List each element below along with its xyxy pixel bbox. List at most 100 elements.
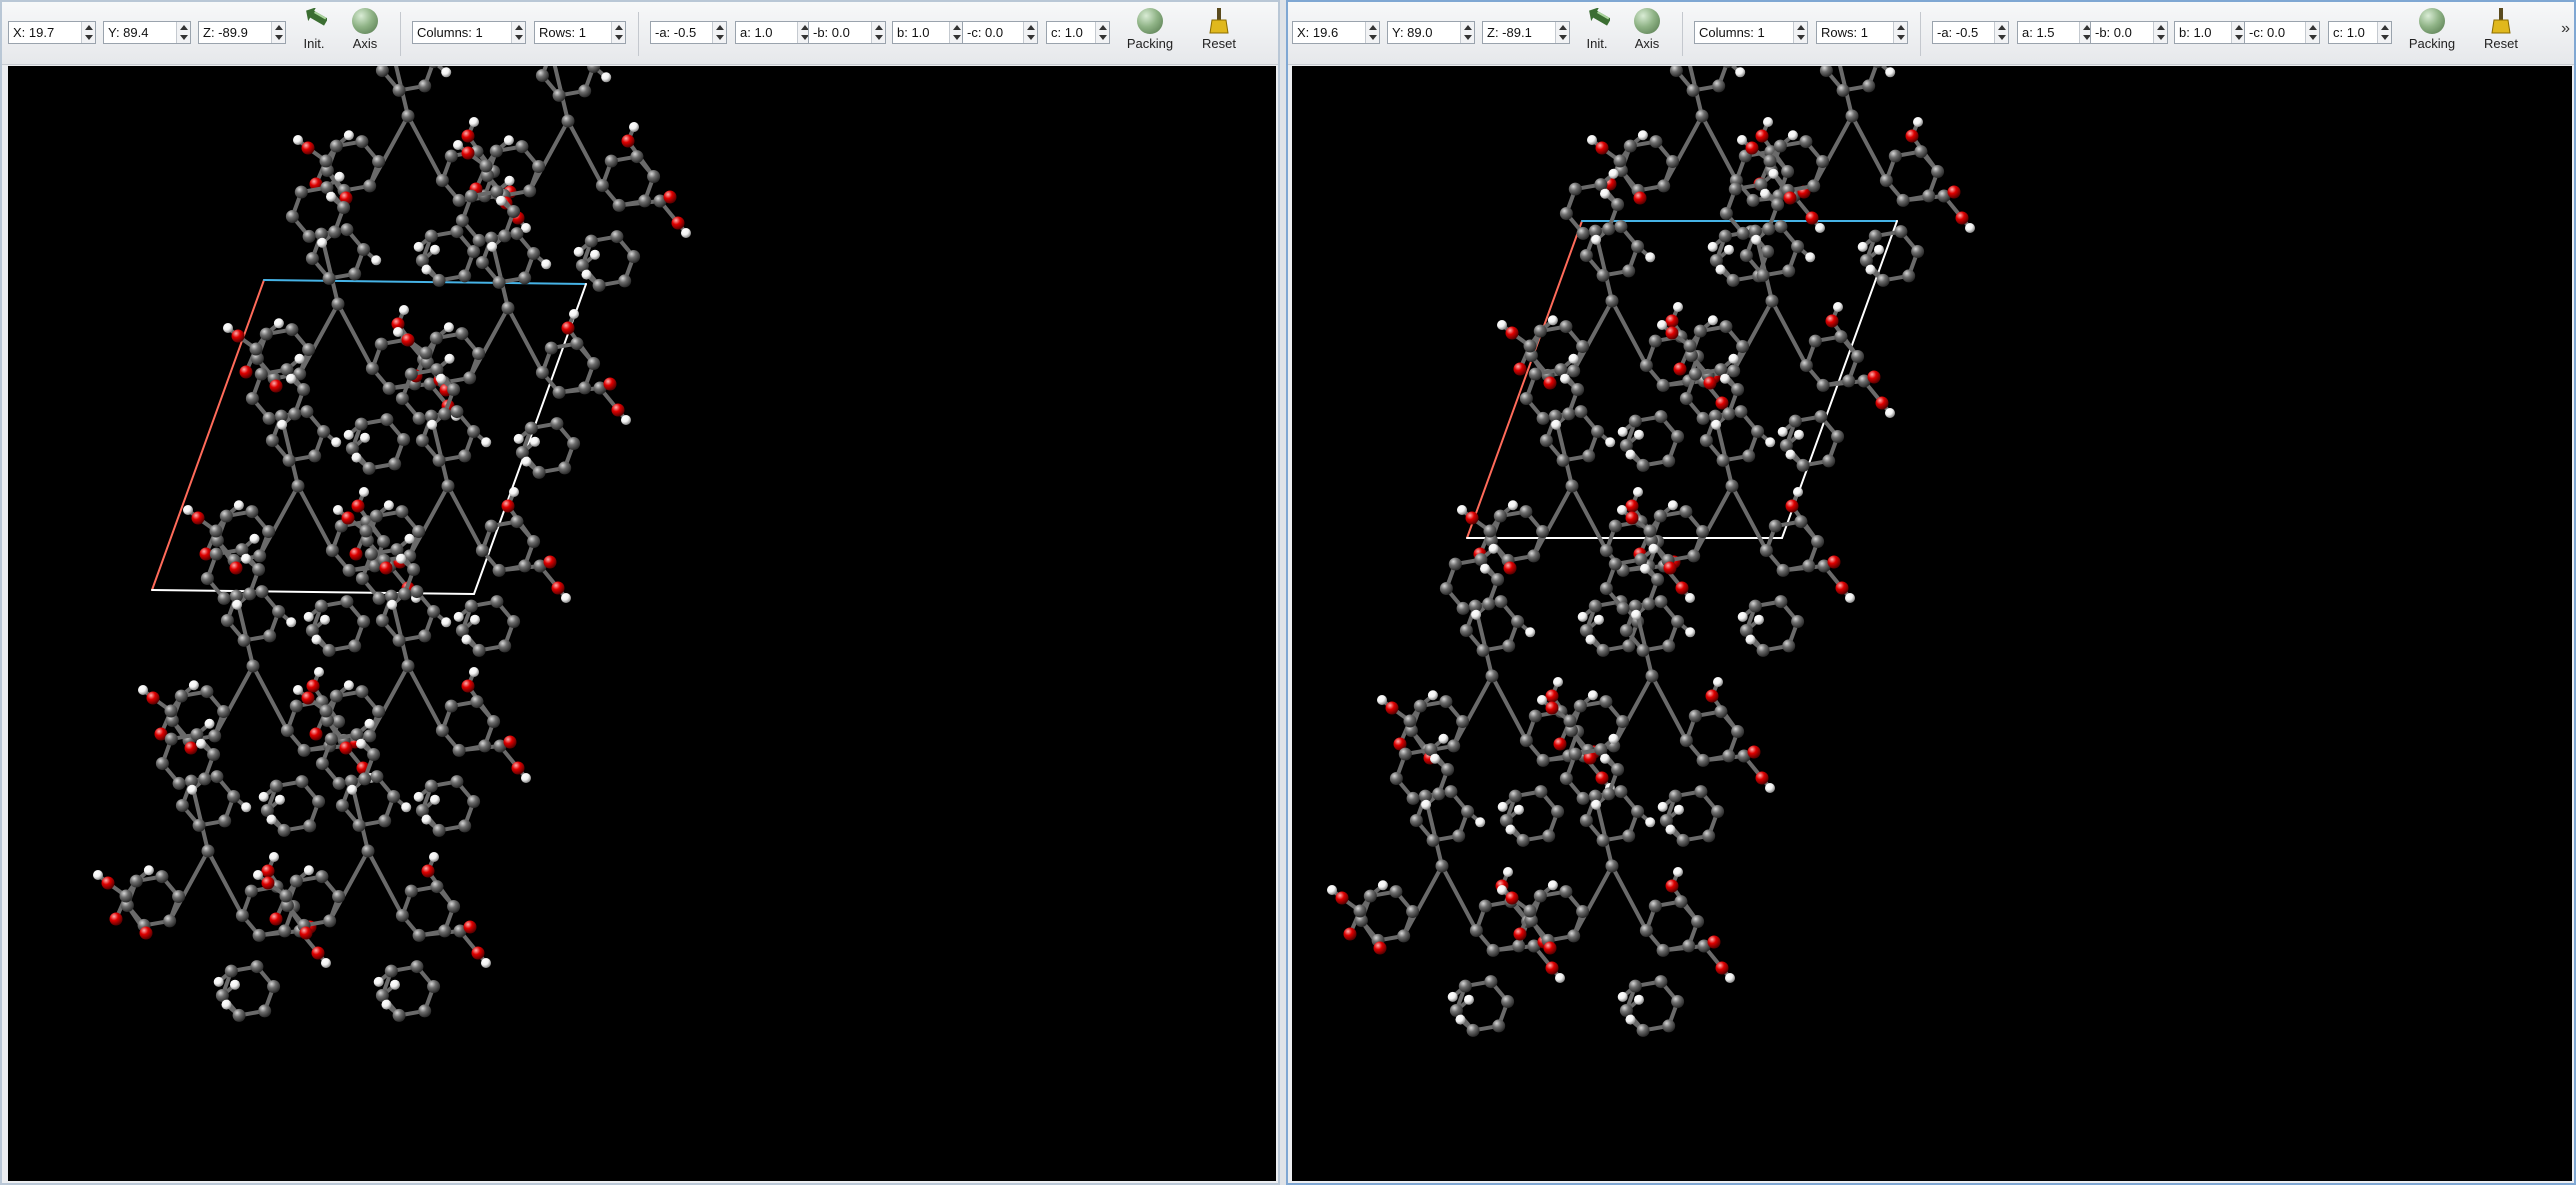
- oxygen-atom: [503, 735, 517, 749]
- spinner-arrows-icon[interactable]: [2231, 22, 2245, 43]
- plane-a-spinner[interactable]: a: 1.5: [2017, 21, 2094, 44]
- rows-spinner[interactable]: Rows: 1: [1816, 21, 1908, 44]
- plane-minus-c-spinner[interactable]: -c: 0.0: [2244, 21, 2320, 44]
- oxygen-atom: [1715, 961, 1729, 975]
- spinner-arrows-icon[interactable]: [1793, 22, 1807, 43]
- crystal-structure-render[interactable]: [1292, 66, 2572, 1181]
- spinner-arrows-icon[interactable]: [176, 22, 190, 43]
- structure-viewport[interactable]: [8, 66, 1276, 1181]
- spinner-arrows-icon[interactable]: [1460, 22, 1474, 43]
- rotation-z-spinner[interactable]: Z: -89.9: [198, 21, 286, 44]
- toolbar: X: 19.7 Y: 89.4 Z: -89.9 Init. Axis Colu…: [2, 2, 1278, 65]
- plane-minus-a-spinner[interactable]: -a: -0.5: [650, 21, 727, 44]
- chevron-double-right-icon[interactable]: »: [2561, 20, 2570, 38]
- hydrogen-atom: [1438, 733, 1449, 744]
- carbon-atom: [364, 547, 378, 561]
- spinner-arrows-icon[interactable]: [1095, 22, 1109, 43]
- oxygen-atom: [1665, 326, 1679, 340]
- rotation-y-spinner[interactable]: Y: 89.0: [1387, 21, 1475, 44]
- carbon-atom: [1605, 294, 1619, 308]
- carbon-atom: [1619, 623, 1633, 637]
- carbon-atom: [1551, 805, 1565, 819]
- carbon-atom: [1559, 885, 1573, 899]
- structure-viewport[interactable]: [1292, 66, 2572, 1181]
- packing-button[interactable]: Packing: [1118, 6, 1182, 60]
- spinner-arrows-icon[interactable]: [271, 22, 285, 43]
- toolbar-divider: [1682, 12, 1683, 56]
- oxygen-atom: [1665, 314, 1679, 328]
- carbon-atom: [578, 381, 592, 395]
- plane-c-spinner[interactable]: c: 1.0: [1046, 21, 1110, 44]
- carbon-atom: [1822, 454, 1836, 468]
- carbon-atom: [1763, 154, 1777, 168]
- init-button[interactable]: Init.: [285, 6, 343, 60]
- hydrogen-atom: [1463, 994, 1474, 1005]
- rotation-z-spinner[interactable]: Z: -89.1: [1482, 21, 1570, 44]
- rotation-x-value: X: 19.6: [1297, 25, 1339, 40]
- spinner-arrows-icon[interactable]: [1023, 22, 1037, 43]
- bond: [367, 664, 410, 738]
- columns-spinner[interactable]: Columns: 1: [412, 21, 526, 44]
- carbon-atom: [424, 229, 438, 243]
- reset-button[interactable]: Reset: [2472, 6, 2530, 60]
- plane-b-spinner[interactable]: b: 1.0: [2174, 21, 2246, 44]
- hydrogen-atom: [404, 533, 415, 544]
- columns-spinner[interactable]: Columns: 1: [1694, 21, 1808, 44]
- spinner-arrows-icon[interactable]: [511, 22, 525, 43]
- hydrogen-atom: [1793, 429, 1804, 440]
- spinner-arrows-icon[interactable]: [871, 22, 885, 43]
- carbon-atom: [297, 743, 311, 757]
- axis-button[interactable]: Axis: [1618, 6, 1676, 60]
- spinner-arrows-icon[interactable]: [2153, 22, 2167, 43]
- carbon-atom: [209, 524, 223, 538]
- spinner-arrows-icon[interactable]: [949, 22, 963, 43]
- carbon-atom: [1896, 193, 1910, 207]
- spinner-arrows-icon[interactable]: [2377, 22, 2391, 43]
- carbon-atom: [458, 449, 472, 463]
- plane-a-spinner[interactable]: a: 1.0: [735, 21, 812, 44]
- plane-minus-b-spinner[interactable]: -b: 0.0: [808, 21, 886, 44]
- molecule: [1657, 168, 1895, 472]
- hydrogen-atom: [1633, 429, 1644, 440]
- carbon-atom: [375, 613, 389, 627]
- hydrogen-atom: [1507, 500, 1518, 511]
- hydrogen-atom: [213, 976, 224, 987]
- rotation-y-spinner[interactable]: Y: 89.4: [103, 21, 191, 44]
- packing-button[interactable]: Packing: [2400, 6, 2464, 60]
- rows-spinner[interactable]: Rows: 1: [534, 21, 626, 44]
- spinner-arrows-icon[interactable]: [81, 22, 95, 43]
- carbon-atom: [392, 83, 406, 97]
- rotation-x-spinner[interactable]: X: 19.6: [1292, 21, 1380, 44]
- plane-minus-b-spinner[interactable]: -b: 0.0: [2090, 21, 2168, 44]
- plane-b-spinner[interactable]: b: 1.0: [892, 21, 964, 44]
- crystal-structure-render[interactable]: [8, 66, 1276, 1181]
- rotation-x-spinner[interactable]: X: 19.7: [8, 21, 96, 44]
- hydrogen-atom: [1633, 994, 1644, 1005]
- carbon-atom: [1539, 433, 1553, 447]
- hydrogen-atom: [573, 246, 584, 257]
- carbon-atom: [164, 732, 178, 746]
- carbon-atom: [207, 748, 221, 762]
- spinner-arrows-icon[interactable]: [1893, 22, 1907, 43]
- spinner-arrows-icon[interactable]: [1365, 22, 1379, 43]
- spinner-arrows-icon[interactable]: [1555, 22, 1569, 43]
- carbon-atom: [1648, 334, 1662, 348]
- plane-minus-a-spinner[interactable]: -a: -0.5: [1932, 21, 2009, 44]
- hydrogen-atom: [1753, 614, 1764, 625]
- spinner-arrows-icon[interactable]: [712, 22, 726, 43]
- spinner-arrows-icon[interactable]: [1994, 22, 2008, 43]
- hydrogen-atom: [1751, 234, 1762, 245]
- hydrogen-atom: [303, 865, 314, 876]
- carbon-atom: [1688, 709, 1702, 723]
- plane-c-spinner[interactable]: c: 1.0: [2328, 21, 2392, 44]
- reset-button[interactable]: Reset: [1190, 6, 1248, 60]
- spinner-arrows-icon[interactable]: [2305, 22, 2319, 43]
- bond: [212, 664, 255, 738]
- hydrogen-atom: [629, 122, 639, 132]
- hydrogen-atom: [1673, 804, 1684, 815]
- axis-button[interactable]: Axis: [336, 6, 394, 60]
- carbon-atom: [1759, 543, 1773, 557]
- oxygen-atom: [1503, 561, 1517, 575]
- plane-minus-c-spinner[interactable]: -c: 0.0: [962, 21, 1038, 44]
- spinner-arrows-icon[interactable]: [611, 22, 625, 43]
